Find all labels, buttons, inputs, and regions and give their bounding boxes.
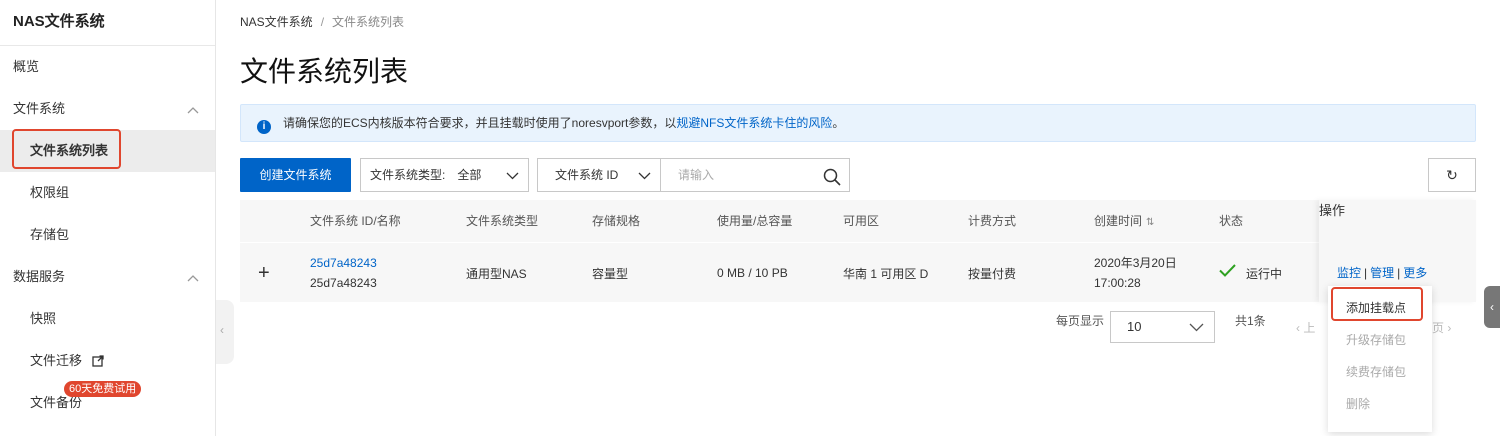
chevron-down-icon <box>1189 312 1204 342</box>
page-title: 文件系统列表 <box>240 56 409 87</box>
chevron-down-icon <box>638 159 651 191</box>
sidebar-item-migration[interactable]: 文件迁移 <box>0 340 215 382</box>
type-filter-label: 文件系统类型: <box>370 168 446 182</box>
next-page-label: 页 <box>1432 321 1445 335</box>
sidebar-item-label: 概览 <box>13 59 40 74</box>
sidebar-item-snapshot[interactable]: 快照 <box>0 298 215 340</box>
search-input[interactable]: 请输入 <box>660 158 850 192</box>
sort-icon[interactable]: ⇅ <box>1146 202 1154 244</box>
sidebar-title: NAS文件系统 <box>0 0 215 46</box>
external-link-icon <box>91 342 104 384</box>
chevron-left-icon: ‹ <box>220 323 224 337</box>
type-filter-value: 全部 <box>457 168 482 182</box>
column-header-type: 文件系统类型 <box>466 214 539 228</box>
main-content: NAS文件系统 / 文件系统列表 文件系统列表 i 请确保您的ECS内核版本符合要求，… <box>240 0 1500 436</box>
ops-separator: | <box>1364 266 1368 280</box>
column-header-billing: 计费方式 <box>968 214 1017 228</box>
table-header: 文件系统 ID/名称 文件系统类型 存储规格 使用量/总容量 可用区 计费方式 … <box>240 200 1476 242</box>
refresh-button[interactable]: ↻ <box>1428 158 1476 192</box>
toolbar: 创建文件系统 文件系统类型: 全部 文件系统 ID 请输入 ↻ <box>240 158 1476 192</box>
row-operations: 监控 | 管理 | 更多 <box>1337 264 1427 281</box>
search-icon[interactable] <box>823 166 841 198</box>
check-icon <box>1219 264 1236 282</box>
sidebar-item-label: 文件备份 <box>30 395 83 410</box>
next-page-button[interactable]: 页 › <box>1432 319 1451 336</box>
storage-spec: 容量型 <box>592 266 629 281</box>
breadcrumb: NAS文件系统 / 文件系统列表 <box>240 13 404 30</box>
highlight-box-menu <box>1331 287 1423 321</box>
prev-page-button[interactable]: ‹ 上 <box>1296 319 1315 336</box>
right-panel-handle[interactable]: ‹ <box>1484 286 1500 328</box>
notice-banner: i 请确保您的ECS内核版本符合要求，并且挂载时使用了noresvport参数，以… <box>240 104 1476 142</box>
notice-suffix: 。 <box>832 116 845 130</box>
filesystem-name: 25d7a48243 <box>310 276 377 290</box>
column-header-spec: 存储规格 <box>592 214 641 228</box>
total-count: 共1条 <box>1235 314 1266 328</box>
sidebar-item-overview[interactable]: 概览 <box>0 46 215 88</box>
highlight-box-sidebar <box>12 129 121 169</box>
sidebar-item-label: 数据服务 <box>13 269 66 284</box>
info-icon: i <box>257 120 271 134</box>
chevron-up-icon <box>187 256 199 298</box>
chevron-down-icon <box>506 159 519 191</box>
prev-page-label: 上 <box>1303 321 1316 335</box>
menu-item-renew-storage[interactable]: 续费存储包 <box>1328 356 1432 388</box>
filesystem-id-link[interactable]: 25d7a48243 <box>310 253 377 273</box>
sidebar: NAS文件系统 概览 文件系统 文件系统列表 权限组 存储包 数据服务 快照 文… <box>0 0 216 436</box>
sidebar-item-label: 文件迁移 <box>30 353 83 368</box>
filesystem-type-select[interactable]: 文件系统类型: 全部 <box>360 158 529 192</box>
column-header-operations: 操作 <box>1319 203 1346 218</box>
page-size-select[interactable]: 10 <box>1110 311 1215 343</box>
chevron-up-icon <box>187 88 199 130</box>
notice-link[interactable]: 规避NFS文件系统卡住的风险 <box>676 116 832 130</box>
chevron-right-icon: › <box>1447 321 1452 335</box>
manage-link[interactable]: 管理 <box>1370 266 1394 280</box>
breadcrumb-separator: / <box>320 15 325 29</box>
sidebar-group-filesystem[interactable]: 文件系统 <box>0 88 215 130</box>
availability-zone: 华南 1 可用区 D <box>843 266 929 281</box>
notice-text: 请确保您的ECS内核版本符合要求，并且挂载时使用了noresvport参数，以 <box>283 116 677 130</box>
search-placeholder: 请输入 <box>678 168 715 182</box>
ops-separator: | <box>1397 266 1401 280</box>
page-size-value: 10 <box>1127 319 1142 334</box>
monitor-link[interactable]: 监控 <box>1337 266 1361 280</box>
refresh-icon: ↻ <box>1446 167 1458 183</box>
created-time: 17:00:28 <box>1094 276 1141 290</box>
filesystem-table: 文件系统 ID/名称 文件系统类型 存储规格 使用量/总容量 可用区 计费方式 … <box>240 200 1476 302</box>
column-header-created[interactable]: 创建时间 ⇅ <box>1094 200 1154 244</box>
column-header-created-label: 创建时间 <box>1094 214 1143 228</box>
chevron-left-icon: ‹ <box>1490 300 1494 314</box>
created-date: 2020年3月20日 <box>1094 256 1177 270</box>
sidebar-item-storage-package[interactable]: 存储包 <box>0 214 215 256</box>
page-size-label: 每页显示 <box>1056 314 1105 328</box>
table-row: + 25d7a48243 25d7a48243 通用型NAS 容量型 0 MB /… <box>240 242 1476 302</box>
usage-capacity: 0 MB / 10 PB <box>717 266 788 280</box>
status-text: 运行中 <box>1246 266 1283 281</box>
column-header-id: 文件系统 ID/名称 <box>310 214 401 228</box>
sidebar-group-data-service[interactable]: 数据服务 <box>0 256 215 298</box>
more-link[interactable]: 更多 <box>1403 266 1427 280</box>
search-field-select[interactable]: 文件系统 ID <box>537 158 661 192</box>
filesystem-type: 通用型NAS <box>466 266 527 281</box>
breadcrumb-root[interactable]: NAS文件系统 <box>240 15 313 29</box>
trial-badge: 60天免费试用 <box>64 381 142 397</box>
sidebar-item-label: 存储包 <box>30 227 70 242</box>
sidebar-item-label: 文件系统 <box>13 101 66 116</box>
billing-method: 按量付费 <box>968 266 1017 281</box>
sidebar-item-label: 权限组 <box>30 185 70 200</box>
sidebar-item-label: 快照 <box>30 311 57 326</box>
search-field-value: 文件系统 ID <box>555 168 619 182</box>
expand-row-button[interactable]: + <box>258 262 270 285</box>
menu-item-upgrade-storage[interactable]: 升级存储包 <box>1328 324 1432 356</box>
column-header-status: 状态 <box>1219 214 1244 228</box>
sidebar-item-permission-group[interactable]: 权限组 <box>0 172 215 214</box>
column-header-zone: 可用区 <box>843 214 880 228</box>
menu-item-delete[interactable]: 删除 <box>1328 388 1432 420</box>
chevron-left-icon: ‹ <box>1296 321 1300 335</box>
create-filesystem-button[interactable]: 创建文件系统 <box>240 158 351 192</box>
breadcrumb-current: 文件系统列表 <box>332 15 405 29</box>
sidebar-collapse-handle[interactable]: ‹ <box>216 300 234 364</box>
column-header-usage: 使用量/总容量 <box>717 214 793 228</box>
